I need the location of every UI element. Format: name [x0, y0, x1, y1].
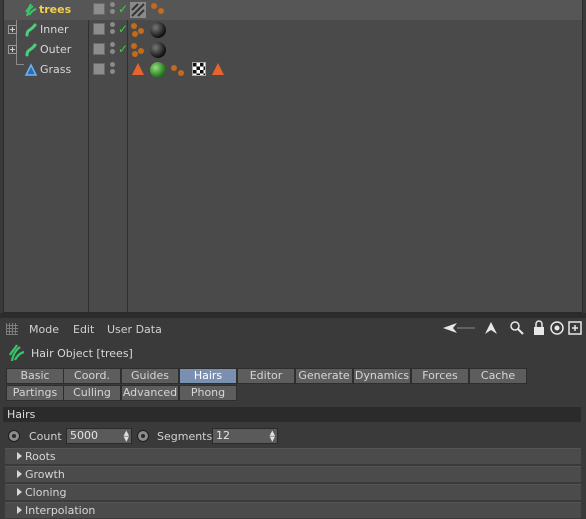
group-header: Hairs — [3, 407, 581, 422]
object-row-grass[interactable]: Grass — [4, 60, 582, 80]
menu-mode[interactable]: Mode — [29, 323, 59, 336]
group-title: Hairs — [7, 408, 36, 421]
material-icon[interactable] — [150, 42, 166, 58]
segments-label: Segments — [157, 430, 213, 443]
spline-icon — [25, 23, 37, 37]
tab-advanced[interactable]: Advanced — [121, 385, 179, 401]
count-field[interactable]: 5000 ▲ ▼ — [66, 428, 132, 444]
object-row-inner[interactable]: Inner ✓ — [4, 20, 582, 40]
segments-value[interactable]: 12 — [216, 429, 230, 442]
visibility-dots[interactable] — [110, 2, 116, 18]
object-name[interactable]: Inner — [40, 23, 68, 36]
enabled-check-icon[interactable]: ✓ — [118, 2, 128, 16]
menu-user-data[interactable]: User Data — [107, 323, 162, 336]
collapsed-arrow-icon[interactable] — [17, 506, 22, 514]
object-row-outer[interactable]: Outer ✓ — [4, 40, 582, 60]
hair-tag-icon[interactable] — [170, 62, 186, 78]
search-icon[interactable] — [510, 320, 524, 336]
object-name[interactable]: Grass — [40, 63, 71, 76]
enabled-check-icon[interactable]: ✓ — [118, 22, 128, 36]
layer-swatch[interactable] — [93, 3, 105, 15]
tab-hairs[interactable]: Hairs — [179, 368, 237, 384]
object-name[interactable]: Outer — [40, 43, 71, 56]
visibility-dots[interactable] — [110, 42, 116, 58]
warning-tag-icon[interactable] — [131, 62, 145, 76]
layer-swatch[interactable] — [93, 43, 105, 55]
collapsed-arrow-icon[interactable] — [17, 488, 22, 496]
texture-tag-icon[interactable] — [192, 62, 206, 76]
menu-edit[interactable]: Edit — [73, 323, 94, 336]
count-animate-radio[interactable] — [8, 430, 20, 442]
object-manager: trees ✓ Inner ✓ Outer ✓ Grass — [3, 0, 583, 313]
tab-forces[interactable]: Forces — [411, 368, 469, 384]
target-icon[interactable] — [550, 320, 564, 336]
layer-swatch[interactable] — [93, 23, 105, 35]
object-title: Hair Object [trees] — [31, 347, 133, 360]
section-title[interactable]: Roots — [25, 450, 56, 463]
visibility-dots[interactable] — [110, 22, 116, 38]
tab-phong[interactable]: Phong — [179, 385, 237, 401]
tab-basic[interactable]: Basic — [6, 368, 64, 384]
tab-cache[interactable]: Cache — [469, 368, 527, 384]
hair-tag-icon[interactable] — [130, 42, 146, 58]
new-window-icon[interactable] — [568, 320, 582, 336]
hair-object-icon — [9, 344, 25, 362]
collapsed-arrow-icon[interactable] — [17, 470, 22, 478]
section-cloning[interactable]: Cloning — [5, 484, 581, 500]
tab-culling[interactable]: Culling — [63, 385, 121, 401]
spinner-arrows-icon[interactable]: ▲ ▼ — [124, 430, 129, 443]
enabled-check-icon[interactable]: ✓ — [118, 42, 128, 56]
section-growth[interactable]: Growth — [5, 466, 581, 482]
hair-icon — [25, 3, 37, 17]
expand-icon[interactable] — [8, 45, 17, 54]
hair-tag-icon[interactable] — [130, 22, 146, 38]
expand-icon[interactable] — [8, 25, 17, 34]
spline-icon — [25, 43, 37, 57]
hair-tag-icon[interactable] — [150, 2, 166, 18]
tab-guides[interactable]: Guides — [121, 368, 179, 384]
back-arrow-icon[interactable] — [441, 320, 477, 336]
count-label: Count — [29, 430, 62, 443]
section-title[interactable]: Cloning — [25, 486, 66, 499]
section-title[interactable]: Interpolation — [25, 504, 95, 517]
object-name[interactable]: trees — [39, 3, 71, 16]
tab-generate[interactable]: Generate — [295, 368, 353, 384]
count-value[interactable]: 5000 — [70, 429, 98, 442]
grass-material-icon[interactable] — [150, 62, 166, 78]
material-icon[interactable] — [150, 22, 166, 38]
spinner-arrows-icon[interactable]: ▲ ▼ — [270, 430, 275, 443]
lock-icon[interactable] — [532, 320, 546, 336]
section-title[interactable]: Growth — [25, 468, 65, 481]
polygon-icon — [24, 63, 38, 76]
tab-editor[interactable]: Editor — [237, 368, 295, 384]
tab-partings[interactable]: Partings — [6, 385, 64, 401]
segments-animate-radio[interactable] — [137, 430, 149, 442]
visibility-dots[interactable] — [110, 62, 116, 78]
warning-tag-icon[interactable] — [211, 62, 225, 76]
collapsed-arrow-icon[interactable] — [17, 452, 22, 460]
layer-swatch[interactable] — [93, 63, 105, 75]
object-row-trees[interactable]: trees ✓ — [4, 0, 582, 20]
segments-field[interactable]: 12 ▲ ▼ — [212, 428, 278, 444]
hair-material-tag-icon[interactable] — [130, 2, 146, 18]
up-arrow-icon[interactable] — [484, 320, 498, 336]
panel-divider[interactable] — [0, 313, 586, 318]
section-roots[interactable]: Roots — [5, 448, 581, 464]
tab-coord[interactable]: Coord. — [63, 368, 121, 384]
section-interpolation[interactable]: Interpolation — [5, 502, 581, 518]
tab-dynamics[interactable]: Dynamics — [353, 368, 411, 384]
